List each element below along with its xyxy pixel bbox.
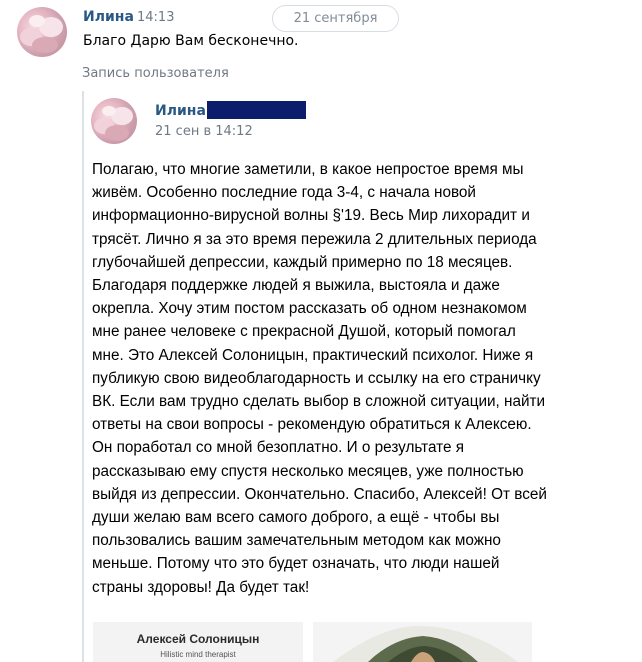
body-line: информационно-вирусной волны §'19. Весь … (92, 207, 530, 225)
body-line: трясёт. Лично я за это время пережила 2 … (92, 230, 537, 248)
body-line: Полагаю, что многие заметили, в какое не… (92, 161, 524, 178)
message-time: 14:13 (137, 10, 175, 25)
repost-indent-bar (82, 91, 84, 662)
repost-author-name[interactable]: Илина (155, 103, 206, 119)
body-line: ВК. Если вам трудно сделать выбор в слож… (92, 393, 546, 411)
body-line: живём. Особенно последние года 3-4, с на… (92, 184, 476, 202)
attachment-role: Hilistic mind therapist (160, 650, 236, 659)
body-line: выйдя из депрессии. Окончательно. Спасиб… (92, 485, 547, 503)
attachment-name: Алексей Солоницын (136, 632, 260, 646)
body-line: окрепла. Хочу этим постом рассказать об … (92, 300, 527, 318)
body-line: глубочайшей депрессии, каждый примерно п… (92, 253, 513, 271)
date-divider: 21 сентября (272, 5, 399, 32)
body-line: души желаю вам всего самого доброго, а е… (92, 509, 500, 527)
repost-date[interactable]: 21 сен в 14:12 (155, 124, 253, 139)
body-line: Благодаря поддержке людей я выжила, выст… (92, 277, 500, 295)
attachment-photo-thumbnail[interactable] (313, 622, 532, 662)
repost-author-avatar[interactable] (91, 98, 137, 144)
body-line: Он поработал со мной безоплатно. И о рез… (92, 439, 465, 457)
body-line: публикую свою видеоблагодарность и ссылк… (92, 369, 541, 387)
message-author-name[interactable]: Илина (83, 9, 134, 25)
body-line: мне. Это Алексей Солоницын, практический… (92, 346, 534, 364)
body-line: рассказываю ему спустя несколько месяцев… (92, 462, 524, 480)
repost-label: Запись пользователя (82, 66, 229, 81)
message-author-avatar[interactable] (17, 7, 67, 57)
body-line: страны здоровы! Да будет так! (92, 578, 310, 596)
redacted-name-block (207, 101, 306, 119)
repost-body: Полагаю, что многие заметили, в какое не… (92, 158, 612, 599)
body-line: меньше. Потому что это будет означать, ч… (92, 555, 500, 573)
body-line: пользовались вашим замечательным методом… (92, 532, 501, 550)
attachment-video-card[interactable]: Алексей Солоницын Hilistic mind therapis… (93, 622, 303, 662)
message-text: Благо Дарю Вам бесконечно. (83, 33, 299, 49)
body-line: ответы на свои вопросы - рекомендую обра… (92, 416, 532, 434)
body-line: мне ранее человеке с прекрасной Душой, к… (92, 323, 516, 341)
